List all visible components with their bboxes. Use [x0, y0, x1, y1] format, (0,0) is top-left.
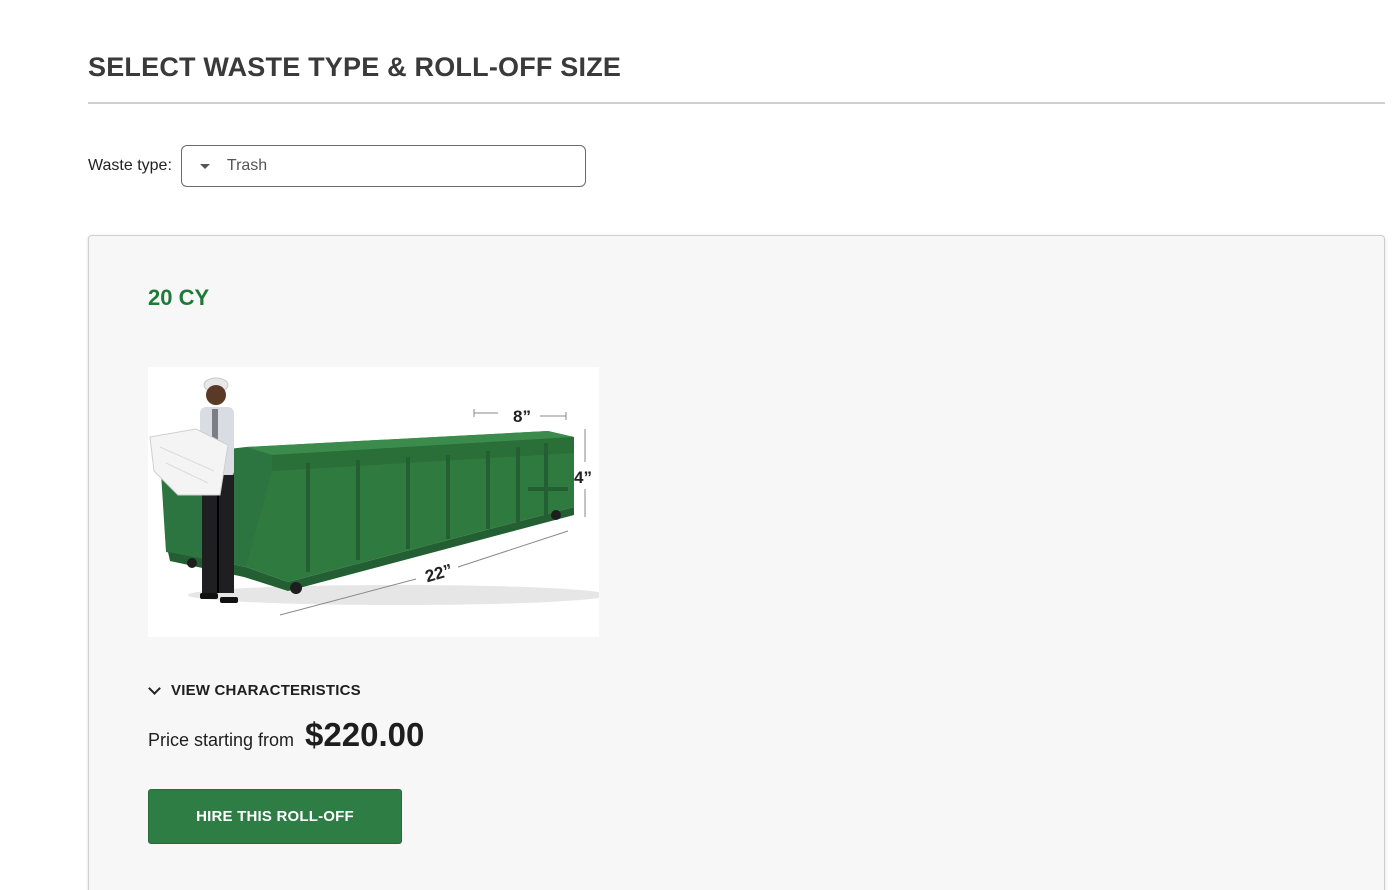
dimension-height-label: 4”	[574, 468, 592, 487]
page-title: SELECT WASTE TYPE & ROLL-OFF SIZE	[88, 52, 622, 82]
chevron-down-icon[interactable]	[148, 682, 161, 695]
title-divider	[88, 102, 1385, 104]
dumpster-illustration: 8” 4” 22”	[149, 377, 599, 616]
view-characteristics-toggle[interactable]: VIEW CHARACTERISTICS	[148, 682, 361, 699]
ground-shadow	[188, 585, 599, 605]
page: SELECT WASTE TYPE & ROLL-OFF SIZE Waste …	[0, 0, 1395, 890]
caret-down-icon[interactable]	[199, 163, 210, 169]
rolloff-size-title: 20 CY	[148, 285, 210, 310]
dimension-length-label: 22”	[423, 560, 455, 586]
price-value: $220.00	[305, 716, 425, 753]
waste-type-selected-value: Trash	[226, 157, 268, 174]
price-row: Price starting from $220.00	[148, 716, 424, 754]
price-label: Price starting from	[148, 730, 295, 750]
waste-type-label: Waste type:	[88, 157, 172, 174]
rolloff-card: 20 CY 8” 4” 22” VIEW CHARACTERISTICS Pri…	[88, 235, 1385, 890]
view-characteristics-label[interactable]: VIEW CHARACTERISTICS	[171, 682, 361, 699]
dimension-width-label: 8”	[513, 407, 531, 426]
rolloff-product-image: 8” 4” 22”	[148, 367, 599, 637]
waste-type-row: Waste type: Trash	[88, 144, 586, 188]
waste-type-select[interactable]: Trash	[180, 145, 586, 187]
hire-rolloff-button[interactable]: HIRE THIS ROLL-OFF	[148, 789, 402, 844]
